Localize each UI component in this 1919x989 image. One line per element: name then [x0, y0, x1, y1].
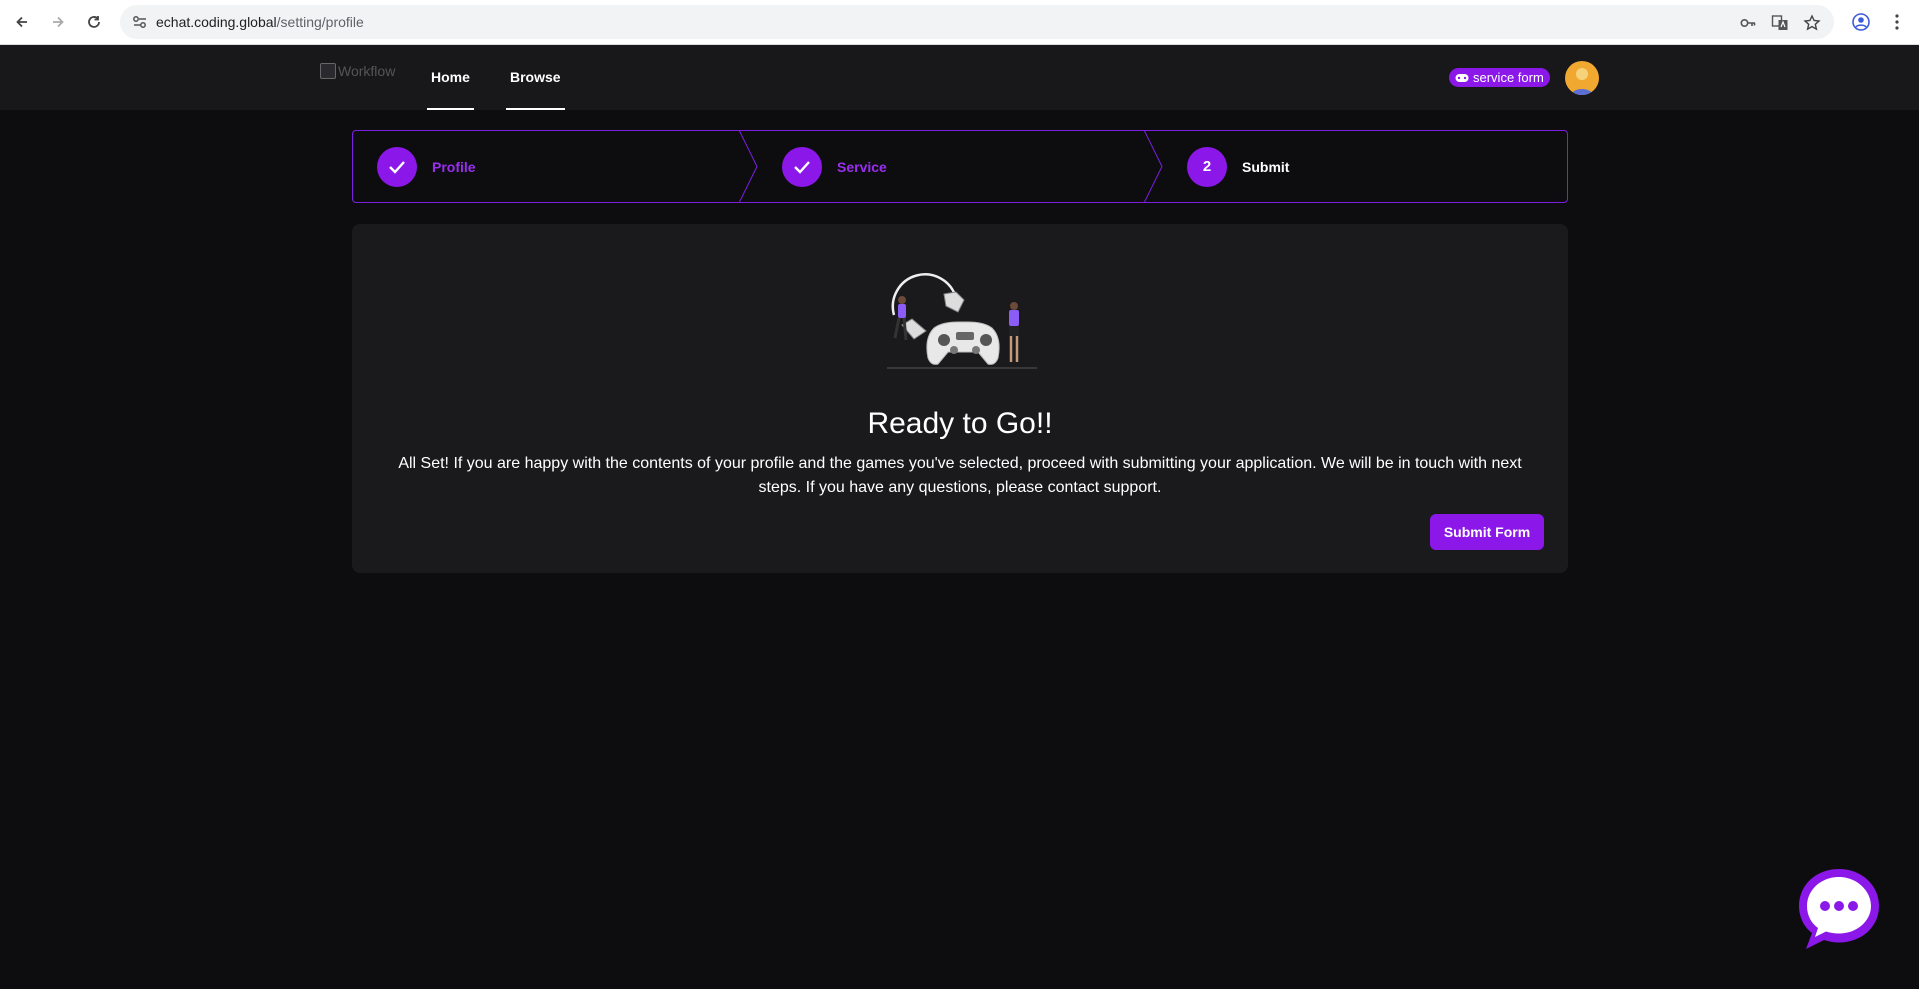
step-divider: [739, 130, 758, 203]
nav-browse[interactable]: Browse: [506, 45, 565, 110]
back-icon[interactable]: [10, 10, 34, 34]
forward-icon[interactable]: [46, 10, 70, 34]
gamepad-icon: [1455, 73, 1469, 82]
url-path: /setting/profile: [276, 14, 364, 30]
key-icon[interactable]: [1738, 13, 1758, 33]
app-header: Workflow Home Browse service form: [0, 45, 1919, 110]
step-service[interactable]: Service: [782, 131, 887, 202]
address-bar[interactable]: echat.coding.global/setting/profile: [120, 5, 1834, 39]
url-host: echat.coding.global: [156, 14, 277, 30]
progress-stepper: Profile Service 2 Submit: [352, 130, 1568, 203]
profile-icon[interactable]: [1849, 10, 1873, 34]
more-menu-icon[interactable]: [1885, 10, 1909, 34]
step-number: 2: [1187, 146, 1227, 187]
broken-image-icon: [320, 63, 336, 79]
bookmark-star-icon[interactable]: [1802, 13, 1822, 33]
browser-toolbar: echat.coding.global/setting/profile: [0, 0, 1919, 45]
card-message: All Set! If you are happy with the conte…: [398, 455, 1522, 496]
check-icon: [377, 146, 417, 187]
url-text[interactable]: echat.coding.global/setting/profile: [156, 14, 364, 30]
gaming-illustration: [887, 273, 1037, 369]
service-form-badge[interactable]: service form: [1449, 68, 1550, 87]
card-title: Ready to Go!!: [867, 407, 1053, 440]
badge-label: service form: [1473, 70, 1544, 85]
site-settings-icon[interactable]: [131, 13, 149, 31]
step-profile[interactable]: Profile: [377, 131, 476, 202]
logo-alt-text: Workflow: [338, 63, 396, 79]
step-label-service: Service: [837, 158, 887, 175]
step-divider: [1144, 130, 1163, 203]
ready-card: Ready to Go!! All Set! If you are happy …: [352, 224, 1568, 573]
step-label-profile: Profile: [432, 158, 476, 175]
translate-icon[interactable]: [1770, 13, 1790, 33]
reload-icon[interactable]: [82, 10, 106, 34]
avatar[interactable]: [1565, 61, 1599, 95]
nav-home[interactable]: Home: [427, 45, 474, 110]
chat-bubble-icon[interactable]: [1797, 867, 1881, 951]
check-icon: [782, 146, 822, 187]
submit-form-button[interactable]: Submit Form: [1430, 514, 1544, 550]
step-label-submit: Submit: [1242, 158, 1290, 175]
step-submit[interactable]: 2 Submit: [1187, 131, 1289, 202]
logo[interactable]: Workflow: [320, 63, 395, 79]
